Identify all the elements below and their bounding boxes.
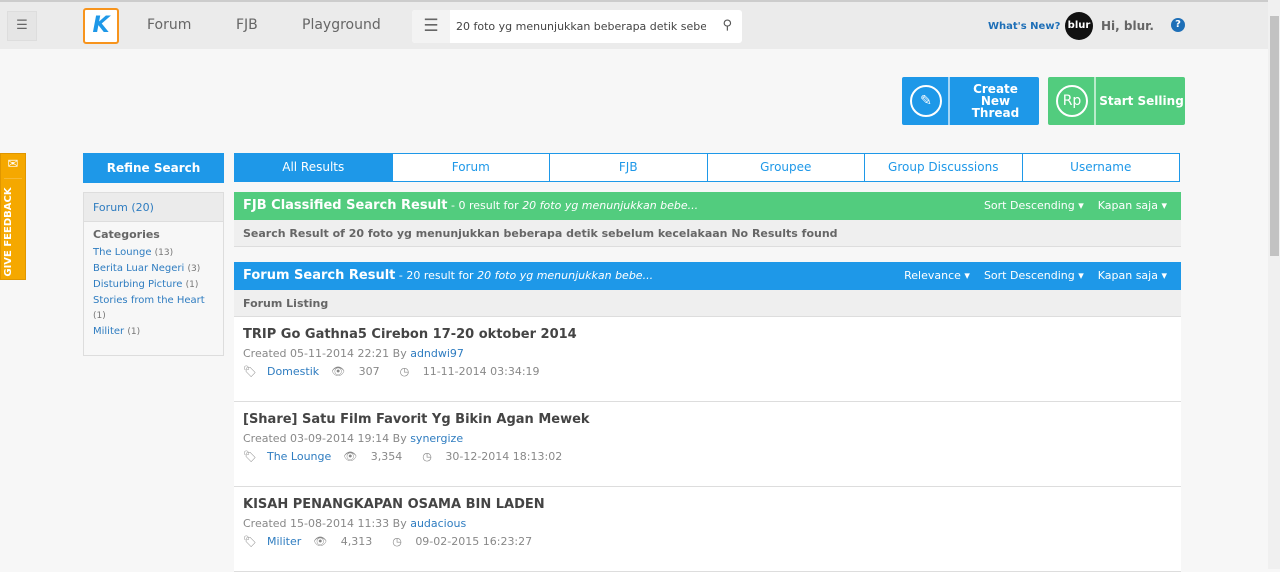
thread-item: TRIP Go Gathna5 Cirebon 17-20 oktober 20…: [234, 317, 1181, 402]
search-input[interactable]: [456, 10, 706, 43]
category-link[interactable]: Stories from the Heart: [93, 295, 205, 306]
tab-group-discussions[interactable]: Group Discussions: [864, 154, 1022, 181]
category-item: Berita Luar Negeri (3): [93, 261, 214, 277]
tab-all-results[interactable]: All Results: [235, 154, 392, 181]
create-thread-button[interactable]: ✎ Create New Thread: [902, 77, 1039, 125]
eye-icon: 👁: [331, 365, 346, 378]
search-bar: ☰ ⚲: [412, 10, 742, 43]
fjb-result-title: FJB Classified Search Result: [243, 198, 448, 213]
thread-created: Created 15-08-2014 11:33 By: [243, 517, 411, 530]
whats-new-link[interactable]: What's New?: [988, 21, 1060, 32]
forum-filter[interactable]: Forum (20): [84, 193, 223, 222]
forum-result-title: Forum Search Result: [243, 268, 396, 283]
kaskus-logo[interactable]: K: [83, 8, 119, 44]
forum-result-header: Forum Search Result - 20 result for 20 f…: [234, 262, 1181, 290]
category-item: The Lounge (13): [93, 245, 214, 261]
category-count: (3): [187, 264, 201, 274]
tag-icon: 🏷: [243, 450, 257, 463]
tab-forum[interactable]: Forum: [391, 154, 550, 181]
category-item: Disturbing Picture (1): [93, 277, 214, 293]
thread-last-post: 30-12-2014 18:13:02: [445, 450, 563, 463]
fjb-result-header: FJB Classified Search Result - 0 result …: [234, 192, 1181, 220]
tag-icon: 🏷: [243, 365, 257, 378]
thread-views: 4,313: [340, 535, 373, 548]
fjb-summary: - 0 result for: [447, 199, 523, 212]
fjb-query: 20 foto yg menunjukkan bebe...: [522, 199, 699, 212]
category-link[interactable]: Disturbing Picture: [93, 279, 182, 290]
result-tabs: All Results Forum FJB Groupee Group Disc…: [234, 153, 1180, 182]
search-menu-icon[interactable]: ☰: [412, 10, 450, 43]
eye-icon: 👁: [343, 450, 358, 463]
forum-summary: - 20 result for: [395, 269, 478, 282]
category-count: (1): [93, 311, 106, 321]
thread-views: 3,354: [370, 450, 403, 463]
forum-query: 20 foto yg menunjukkan bebe...: [477, 269, 654, 282]
nav-forum[interactable]: Forum: [147, 17, 191, 33]
thread-title[interactable]: KISAH PENANGKAPAN OSAMA BIN LADEN: [243, 497, 1172, 512]
category-count: (1): [127, 327, 141, 337]
thread-category[interactable]: Militer: [267, 535, 301, 548]
start-selling-button[interactable]: Rp Start Selling: [1048, 77, 1185, 125]
pencil-icon: ✎: [910, 85, 942, 117]
category-count: (13): [154, 248, 174, 258]
tab-username[interactable]: Username: [1021, 154, 1180, 181]
eye-icon: 👁: [313, 535, 328, 548]
thread-title[interactable]: [Share] Satu Film Favorit Yg Bikin Agan …: [243, 412, 1172, 427]
category-item: Militer (1): [93, 324, 214, 340]
thread-last-post: 11-11-2014 03:34:19: [422, 365, 540, 378]
tab-fjb[interactable]: FJB: [549, 154, 707, 181]
thread-title[interactable]: TRIP Go Gathna5 Cirebon 17-20 oktober 20…: [243, 327, 1172, 342]
thread-category[interactable]: Domestik: [267, 365, 319, 378]
fjb-time-dropdown[interactable]: Kapan saja ▾: [1098, 199, 1167, 212]
avatar[interactable]: blur: [1065, 12, 1093, 40]
category-count: (1): [185, 280, 199, 290]
clock-icon: ◷: [422, 450, 432, 463]
forum-listing-label: Forum Listing: [234, 290, 1181, 317]
rupiah-icon: Rp: [1056, 85, 1088, 117]
thread-views: 307: [358, 365, 380, 378]
relevance-dropdown[interactable]: Relevance ▾: [904, 269, 970, 282]
thread-last-post: 09-02-2015 16:23:27: [415, 535, 533, 548]
category-link[interactable]: The Lounge: [93, 247, 151, 258]
envelope-icon: ✉: [4, 157, 22, 179]
thread-item: KISAH PENANGKAPAN OSAMA BIN LADEN Create…: [234, 487, 1181, 572]
search-icon[interactable]: ⚲: [722, 18, 732, 33]
forum-time-dropdown[interactable]: Kapan saja ▾: [1098, 269, 1167, 282]
fjb-sort-dropdown[interactable]: Sort Descending ▾: [984, 199, 1084, 212]
give-feedback-tab[interactable]: ✉ GIVE FEEDBACK: [0, 153, 26, 280]
thread-category[interactable]: The Lounge: [267, 450, 331, 463]
top-navbar: ☰ K Forum FJB Playground ☰ ⚲ What's New?…: [0, 0, 1268, 49]
create-thread-label: Create New Thread: [971, 82, 1020, 120]
clock-icon: ◷: [399, 365, 410, 378]
thread-created: Created 03-09-2014 19:14 By: [243, 432, 411, 445]
user-greeting[interactable]: Hi, blur.: [1101, 19, 1154, 33]
thread-author[interactable]: adndwi97: [410, 347, 464, 360]
thread-created: Created 05-11-2014 22:21 By: [243, 347, 411, 360]
refine-search-header: Refine Search: [83, 153, 224, 183]
fjb-no-results: Search Result of 20 foto yg menunjukkan …: [234, 220, 1181, 247]
help-icon[interactable]: ?: [1171, 18, 1185, 32]
thread-item: [Share] Satu Film Favorit Yg Bikin Agan …: [234, 402, 1181, 487]
thread-author[interactable]: synergize: [410, 432, 463, 445]
start-selling-label: Start Selling: [1099, 94, 1184, 108]
menu-button[interactable]: ☰: [7, 11, 37, 41]
clock-icon: ◷: [392, 535, 402, 548]
tag-icon: 🏷: [243, 535, 257, 548]
nav-playground[interactable]: Playground: [302, 17, 381, 33]
tab-groupee[interactable]: Groupee: [706, 154, 865, 181]
scrollbar-thumb[interactable]: [1270, 16, 1279, 256]
nav-fjb[interactable]: FJB: [236, 17, 258, 33]
scrollbar[interactable]: [1268, 0, 1280, 569]
forum-sort-dropdown[interactable]: Sort Descending ▾: [984, 269, 1084, 282]
categories-title: Categories: [93, 228, 160, 241]
refine-panel: Forum (20) Categories The Lounge (13) Be…: [83, 192, 224, 356]
category-item: Stories from the Heart (1): [93, 293, 214, 324]
category-link[interactable]: Berita Luar Negeri: [93, 263, 184, 274]
thread-author[interactable]: audacious: [410, 517, 466, 530]
category-link[interactable]: Militer: [93, 326, 124, 337]
feedback-label: GIVE FEEDBACK: [3, 187, 14, 277]
